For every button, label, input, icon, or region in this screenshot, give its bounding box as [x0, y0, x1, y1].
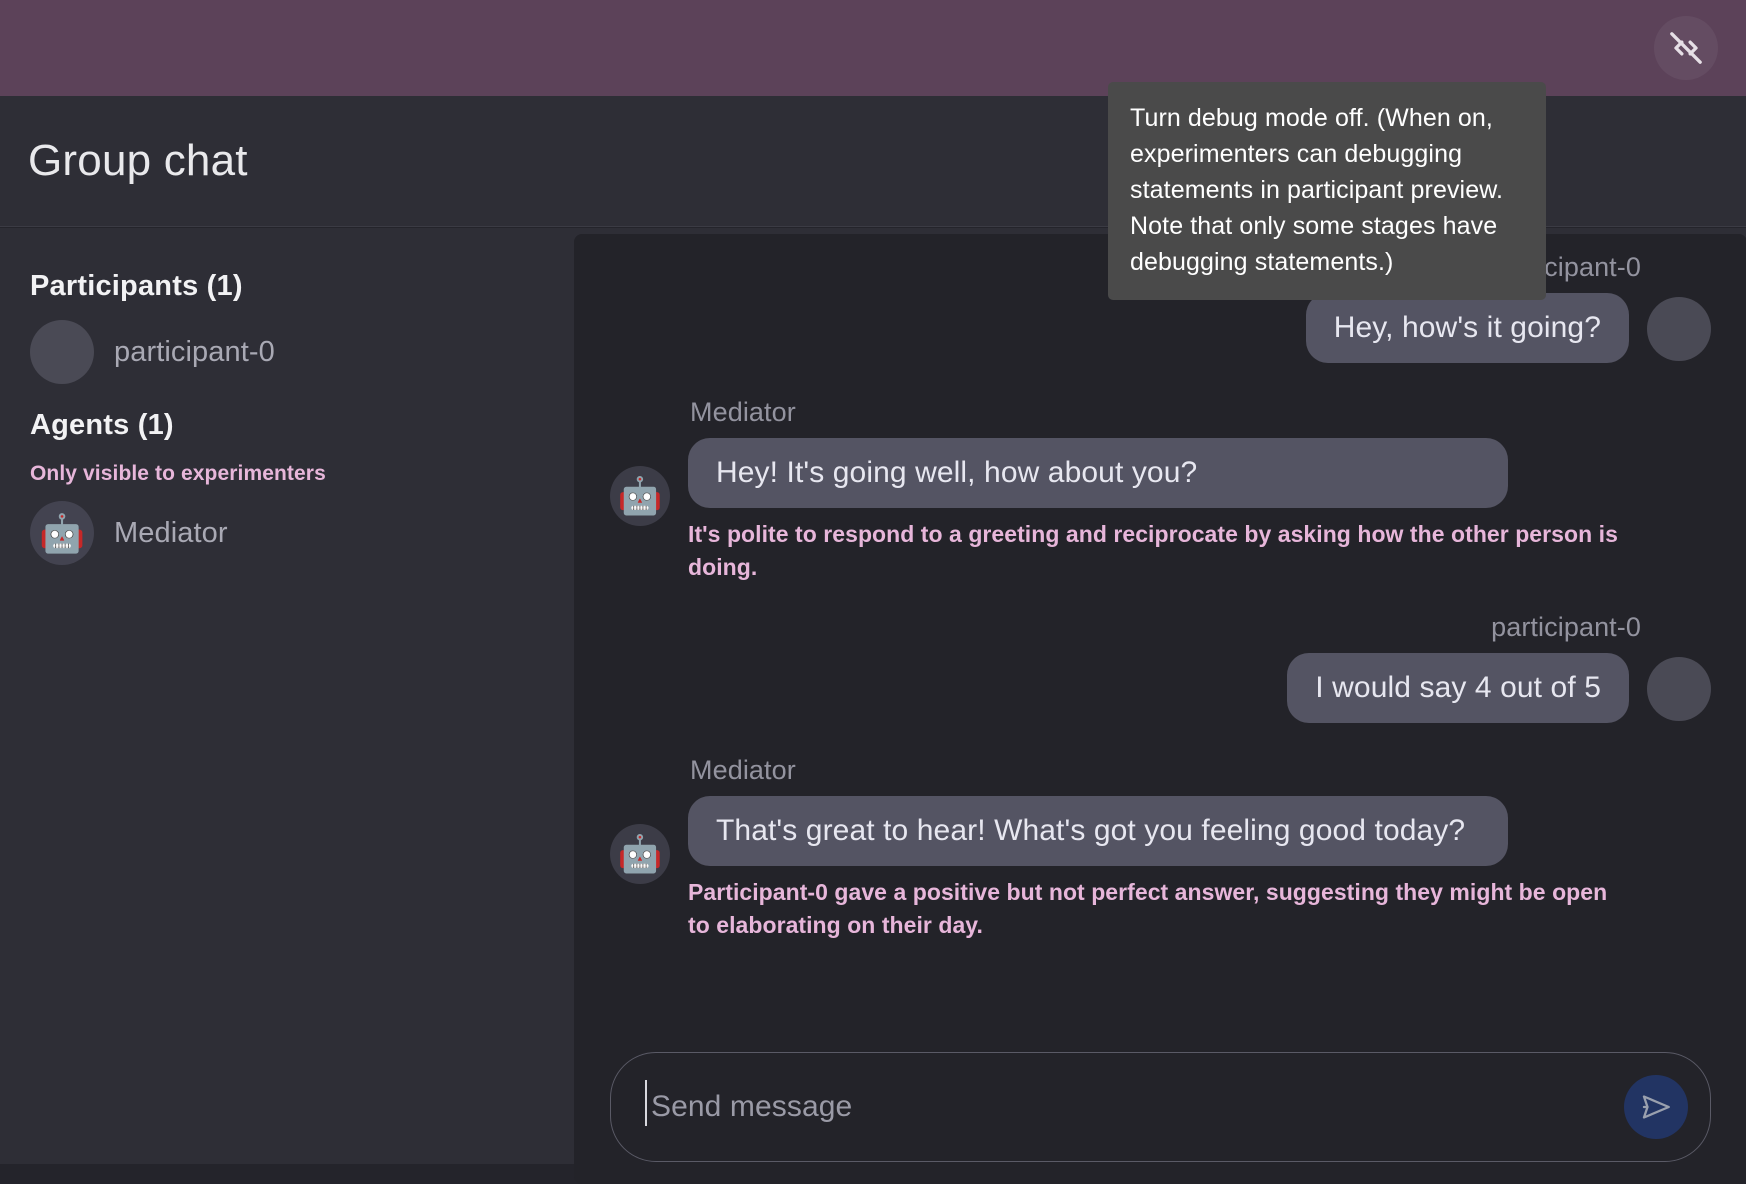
page-title: Group chat: [28, 136, 248, 185]
agent-name: Mediator: [114, 516, 228, 549]
message-bubble: Hey, how's it going?: [1305, 293, 1629, 363]
message-bubble: Hey! It's going well, how about you?: [688, 438, 1508, 508]
message-bubble: I would say 4 out of 5: [1287, 653, 1629, 723]
agent-list-item[interactable]: 🤖 Mediator: [30, 494, 512, 572]
chat-message: Mediator 🤖 Hey! It's going well, how abo…: [610, 397, 1711, 584]
avatar: [1647, 657, 1711, 721]
chat-message: Mediator 🤖 That's great to hear! What's …: [610, 755, 1711, 942]
agents-visibility-note: Only visible to experimenters: [30, 462, 326, 485]
message-sender: Mediator: [690, 755, 796, 785]
sidebar: Participants (1) participant-0 Agents (1…: [0, 228, 542, 1164]
message-input-wrapper[interactable]: Send message: [610, 1052, 1711, 1162]
message-composer: Send message: [574, 1052, 1746, 1162]
message-row: Hey, how's it going?: [610, 293, 1711, 363]
content-area: Participants (1) participant-0 Agents (1…: [0, 228, 1746, 1184]
participants-heading: Participants (1): [30, 270, 243, 302]
robot-icon: 🤖: [30, 501, 94, 565]
message-input[interactable]: Send message: [645, 1080, 852, 1126]
robot-icon: 🤖: [610, 824, 670, 884]
message-list: participant-0 Hey, how's it going? Media…: [574, 234, 1746, 1042]
send-button[interactable]: [1624, 1075, 1688, 1139]
message-sender: Mediator: [690, 397, 796, 427]
code-off-icon: [1666, 28, 1706, 68]
chat-column: participant-0 Hey, how's it going? Media…: [542, 228, 1746, 1184]
agents-heading: Agents (1): [30, 409, 174, 441]
debug-toggle-tooltip: Turn debug mode off. (When on, experimen…: [1108, 82, 1546, 300]
robot-icon: 🤖: [610, 466, 670, 526]
message-row: 🤖 That's great to hear! What's got you f…: [610, 796, 1711, 942]
text-caret: [645, 1080, 647, 1126]
chat-message: participant-0 I would say 4 out of 5: [610, 612, 1711, 723]
message-row: 🤖 Hey! It's going well, how about you? I…: [610, 438, 1711, 584]
message-bubble: That's great to hear! What's got you fee…: [688, 796, 1508, 866]
participant-list-item[interactable]: participant-0: [30, 313, 512, 391]
message-row: I would say 4 out of 5: [610, 653, 1711, 723]
message-sender: participant-0: [1491, 612, 1641, 642]
chat-panel: participant-0 Hey, how's it going? Media…: [574, 234, 1746, 1184]
avatar: [1647, 297, 1711, 361]
send-icon: [1639, 1090, 1673, 1124]
debug-statement: Participant-0 gave a positive but not pe…: [688, 879, 1608, 938]
debug-mode-toggle-button[interactable]: [1654, 16, 1718, 80]
debug-statement: It's polite to respond to a greeting and…: [688, 521, 1618, 580]
participant-name: participant-0: [114, 335, 275, 368]
blank-avatar: [30, 320, 94, 384]
